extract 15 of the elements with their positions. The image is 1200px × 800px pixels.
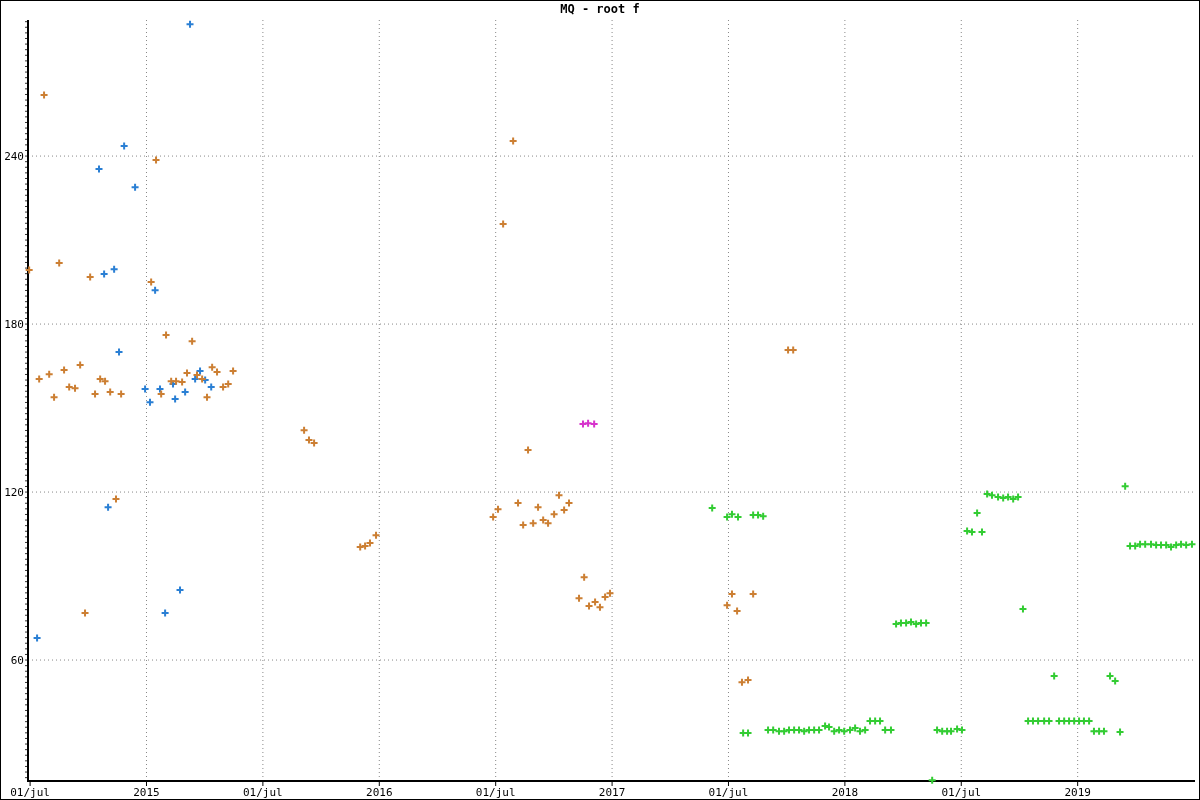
x-tick-label: 2019: [1064, 786, 1091, 799]
x-tick-label: 01/jul: [475, 786, 516, 799]
x-tick-label: 2018: [831, 786, 859, 799]
y-tick-label: 60: [10, 654, 24, 668]
x-tick-label: 01/jul: [10, 786, 50, 799]
x-tick-label: 01/jul: [243, 786, 283, 799]
x-tick-label: 2016: [366, 786, 393, 799]
x-tick-label: 01/jul: [941, 786, 982, 799]
y-tick-label: 180: [4, 318, 24, 332]
y-tick-label: 120: [4, 486, 24, 500]
x-tick-label: 2017: [598, 786, 626, 799]
x-tick-label: 01/jul: [708, 786, 749, 799]
chart-title: MQ - root f: [560, 2, 640, 16]
y-tick-label: 240: [4, 150, 24, 164]
x-tick-label: 2015: [133, 786, 160, 799]
